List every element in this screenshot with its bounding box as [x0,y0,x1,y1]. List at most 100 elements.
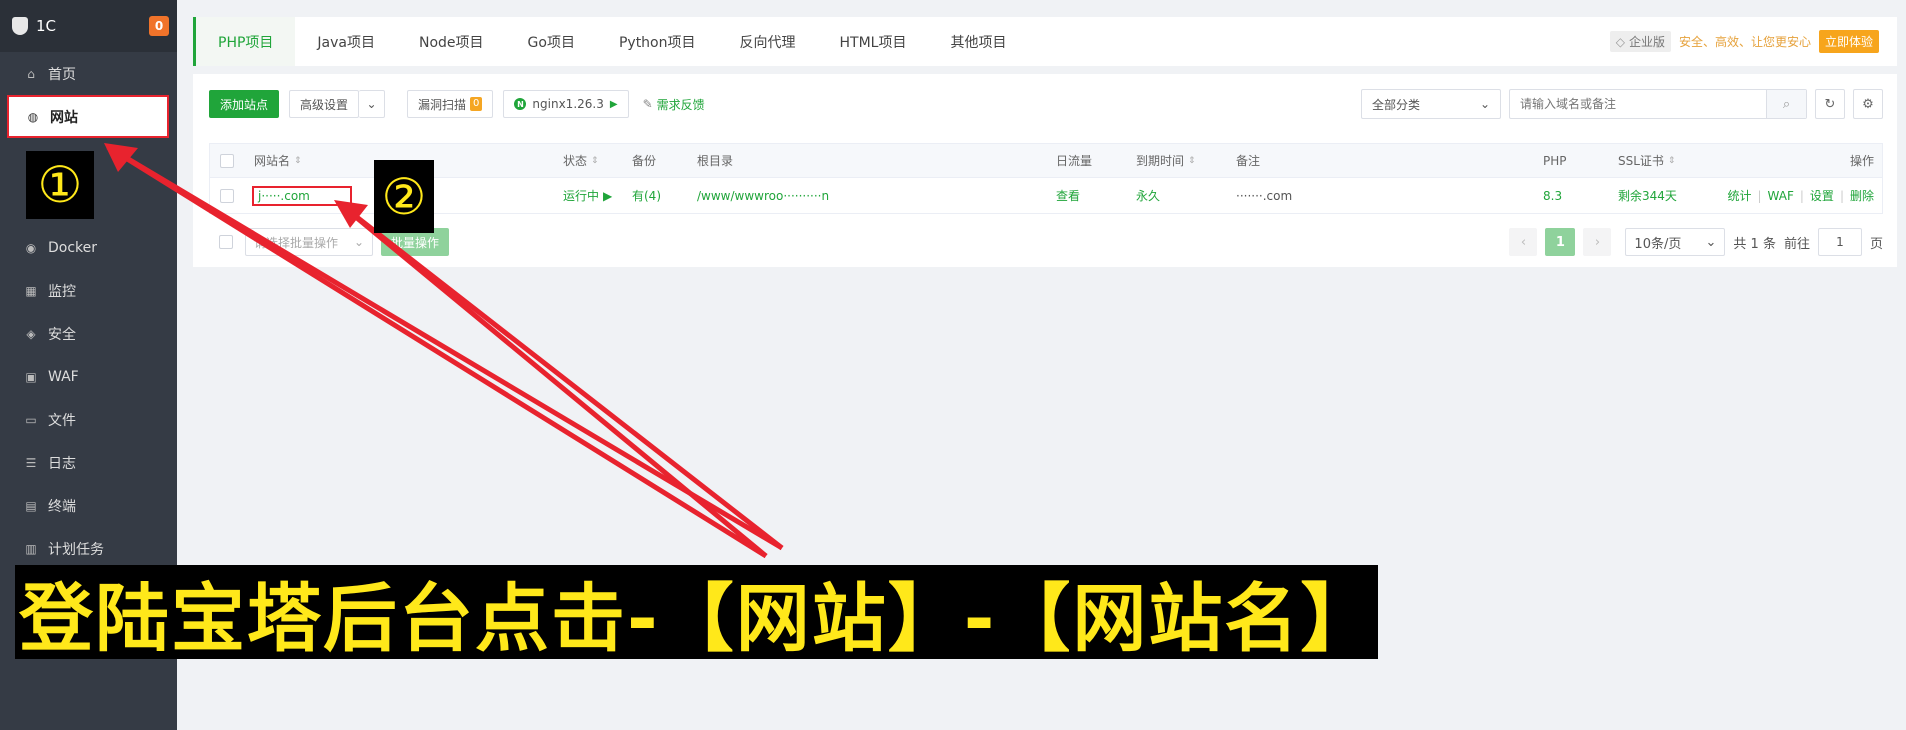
tab-node[interactable]: Node项目 [397,17,506,66]
root-dir-link[interactable]: /www/wwwroo··········n [697,189,829,203]
toolbar-right: 全部分类 ⌄ ⌕ ↻ ⚙ [1361,89,1883,119]
col-name[interactable]: 网站名 ⇕ [254,152,302,169]
page-number[interactable]: 1 [1545,228,1576,256]
chevron-down-icon: ⌄ [366,97,377,111]
advanced-dropdown-button[interactable]: ⌄ [359,90,386,118]
sidebar-item-monitor[interactable]: ▦ 监控 [0,269,177,312]
stats-action[interactable]: 统计 [1727,187,1751,204]
enterprise-promo: ◇ 企业版 安全、高效、让您更安心 立即体验 [1609,30,1879,53]
php-version-link[interactable]: 8.3 [1543,189,1562,203]
tab-other[interactable]: 其他项目 [928,17,1028,66]
nginx-icon: N [514,98,527,110]
goto-label: 前往 [1783,236,1810,252]
play-icon: ▶ [609,98,618,110]
table-header: 网站名 ⇕ 状态 ⇕ 备份 根目录 日流量 到期时间 ⇕ 备注 PHP SSL证书 ⇕ … [209,143,1883,178]
tab-html[interactable]: HTML项目 [818,17,929,66]
sort-icon: ⇕ [591,155,599,166]
goto-page-input[interactable] [1817,228,1862,256]
edit-icon: ✎ [642,97,653,111]
add-site-button[interactable]: 添加站点 [209,90,280,118]
sidebar-item-waf[interactable]: ▣ WAF [0,355,177,398]
terminal-icon: ▤ [25,498,37,513]
shield-icon: ◈ [26,326,36,341]
pagination: ‹ 1 › 10条/页⌄ 共 1 条 前往 页 [1509,228,1883,256]
diamond-icon: ◇ [1615,34,1625,49]
col-expire[interactable]: 到期时间 ⇕ [1136,152,1196,169]
gear-icon[interactable]: ⚙ [1853,89,1883,119]
sidebar-header: 1C 0 [0,0,177,52]
sort-icon: ⇕ [1188,155,1196,166]
project-tabs: PHP项目 Java项目 Node项目 Go项目 Python项目 反向代理 H… [193,17,1897,66]
calendar-icon: ▥ [25,541,37,556]
select-all-checkbox[interactable] [220,153,234,168]
category-select[interactable]: 全部分类 ⌄ [1361,89,1501,119]
folder-icon: ▭ [25,412,37,427]
notice-badge[interactable]: 0 [149,16,169,36]
settings-action[interactable]: 设置 [1810,187,1834,204]
tab-go[interactable]: Go项目 [506,17,597,66]
sidebar-item-website[interactable]: ◍ 网站 [7,95,169,138]
refresh-icon[interactable]: ↻ [1815,89,1845,119]
scan-count-badge: 0 [470,97,483,111]
waf-icon: ▣ [25,369,37,384]
nginx-button[interactable]: N nginx1.26.3 ▶ [503,90,629,118]
tab-php[interactable]: PHP项目 [193,17,296,66]
ssl-status-link[interactable]: 剩余344天 [1618,187,1677,204]
col-ssl[interactable]: SSL证书 ⇕ [1618,152,1675,169]
docker-icon: ◉ [25,240,37,255]
site-name-link[interactable]: j·····.com [252,185,352,206]
delete-action[interactable]: 删除 [1850,187,1874,204]
tab-java[interactable]: Java项目 [295,17,397,66]
chevron-right-icon: › [1594,234,1601,250]
backup-link[interactable]: 有(4) [632,187,661,204]
col-php: PHP [1543,153,1567,168]
table-row: j·····.com 运行中 ▶ 有(4) /www/wwwroo········… [209,178,1883,214]
col-status[interactable]: 状态 ⇕ [563,152,599,169]
log-icon: ☰ [25,455,37,470]
sidebar-item-security[interactable]: ◈ 安全 [0,312,177,355]
sort-icon: ⇕ [1667,155,1676,166]
tab-reverse-proxy[interactable]: 反向代理 [718,17,818,66]
col-root: 根目录 [697,154,734,168]
try-now-button[interactable]: 立即体验 [1818,30,1879,53]
instruction-caption: 登陆宝塔后台点击-【网站】-【网站名】 [15,565,1378,659]
col-traffic: 日流量 [1056,154,1093,168]
search-input[interactable] [1510,97,1766,111]
sidebar-item-files[interactable]: ▭ 文件 [0,398,177,441]
site-status-toggle[interactable]: 运行中 ▶ [563,187,612,204]
sidebar-item-cron[interactable]: ▥ 计划任务 [0,527,177,570]
sidebar-item-logs[interactable]: ☰ 日志 [0,441,177,484]
server-host: 1C [36,17,57,35]
batch-action-select[interactable]: 请选择批量操作 ⌄ [245,228,373,256]
step-marker-1: ① [26,151,94,219]
advanced-settings-group: 高级设置 ⌄ [289,90,386,118]
col-ops: 操作 [1849,154,1874,168]
sidebar-item-docker[interactable]: ◉ Docker [0,226,177,269]
row-actions: 统计 | WAF | 设置 | 删除 [1727,187,1874,204]
vuln-scan-button[interactable]: 漏洞扫描 0 [407,90,494,118]
feedback-link[interactable]: ✎ 需求反馈 [643,96,705,113]
step-marker-2: ② [374,160,434,233]
expire-link[interactable]: 永久 [1136,187,1160,204]
traffic-link[interactable]: 查看 [1056,187,1080,204]
waf-action[interactable]: WAF [1768,189,1794,203]
enterprise-badge: ◇ 企业版 [1609,31,1671,52]
next-page-button[interactable]: › [1583,228,1612,256]
search-icon[interactable]: ⌕ [1766,90,1806,118]
tab-python[interactable]: Python项目 [597,17,718,66]
table-footer: 请选择批量操作⌄ 批量操作 ‹ 1 › 10条/页⌄ 共 1 条 前往 页 [209,227,1883,257]
sort-icon: ⇕ [294,155,302,166]
footer-select-all-checkbox[interactable] [219,235,233,249]
sidebar-item-home[interactable]: ⌂ 首页 [0,52,177,95]
sidebar-item-terminal[interactable]: ▤ 终端 [0,484,177,527]
monitor-icon: ▦ [25,283,37,298]
row-checkbox[interactable] [220,188,234,203]
remark-text[interactable]: ·······.com [1236,189,1292,203]
advanced-settings-button[interactable]: 高级设置 [289,90,360,118]
col-remark: 备注 [1236,154,1261,168]
prev-page-button[interactable]: ‹ [1509,228,1538,256]
chevron-left-icon: ‹ [1520,234,1527,250]
page-size-select[interactable]: 10条/页 ⌄ [1625,228,1726,256]
col-backup: 备份 [632,154,657,168]
globe-icon: ◍ [27,109,39,124]
